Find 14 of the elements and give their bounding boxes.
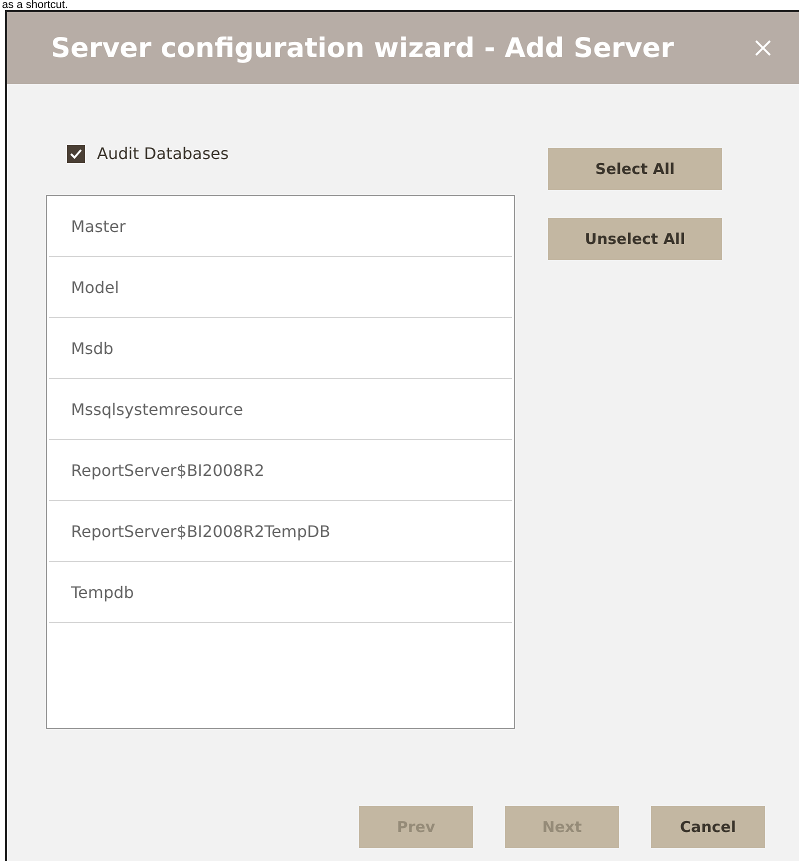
database-item[interactable]: Model (49, 257, 512, 318)
database-item[interactable]: Master (49, 196, 512, 257)
select-all-button[interactable]: Select All (548, 148, 722, 190)
database-item[interactable]: Msdb (49, 318, 512, 379)
audit-checkbox[interactable] (67, 145, 85, 163)
unselect-all-button[interactable]: Unselect All (548, 218, 722, 260)
cancel-button[interactable]: Cancel (651, 806, 765, 848)
database-item[interactable]: ReportServer$BI2008R2TempDB (49, 501, 512, 562)
checkbox-label: Audit Databases (97, 145, 229, 163)
database-item[interactable]: Tempdb (49, 562, 512, 623)
database-item[interactable]: ReportServer$BI2008R2 (49, 440, 512, 501)
caption-text: as a shortcut. (2, 0, 70, 10)
database-item[interactable]: Mssqlsystemresource (49, 379, 512, 440)
window-title: Server configuration wizard - Add Server (51, 32, 674, 64)
